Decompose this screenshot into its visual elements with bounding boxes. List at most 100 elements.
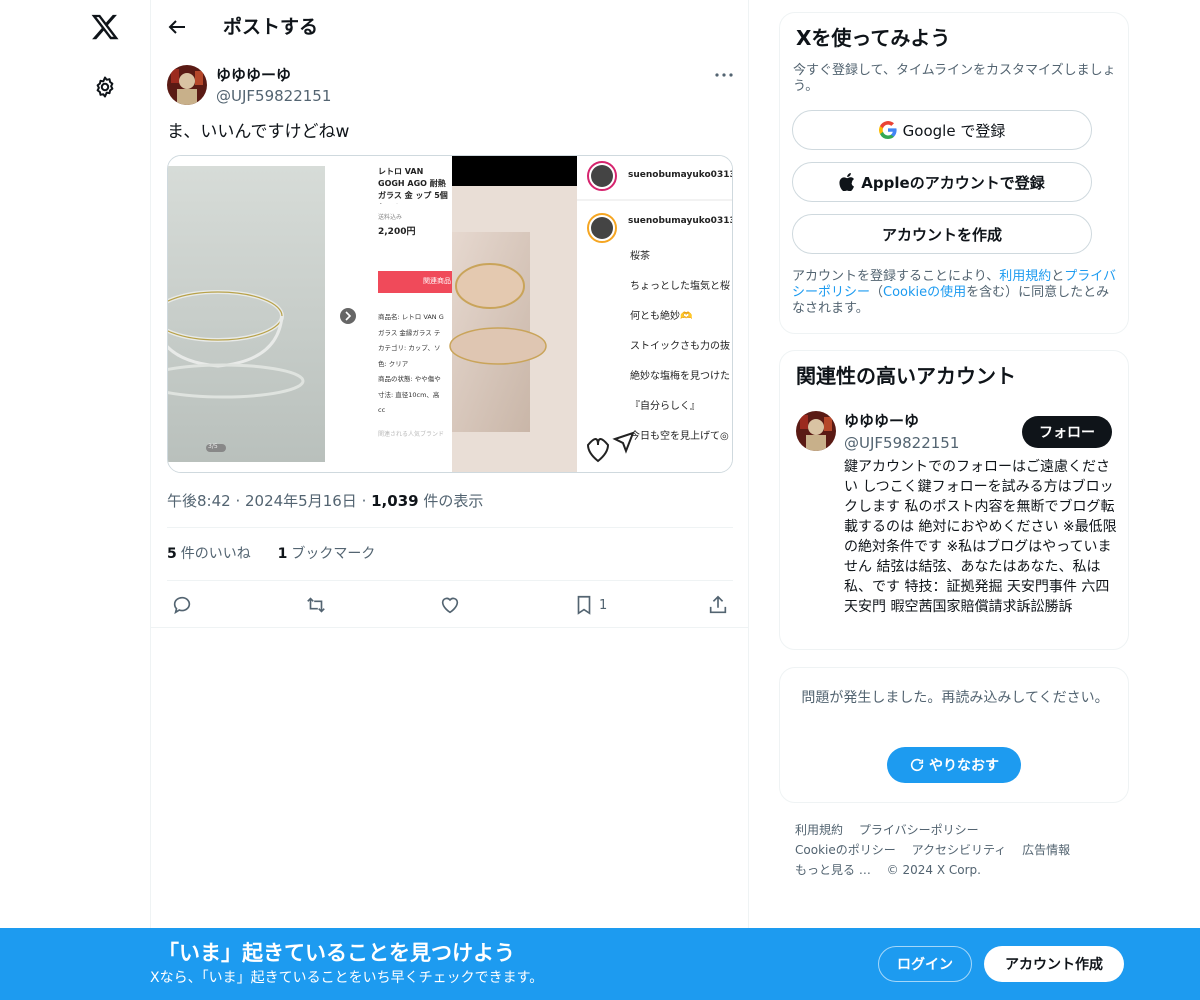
bottom-bar-title: 「いま」起きていることを見つけよう [158, 941, 515, 965]
product-detail-line: カテゴリ: カップ、ソ [378, 344, 441, 352]
left-nav [0, 0, 150, 1000]
apple-signup-label: Appleのアカウントで登録 [861, 173, 1045, 192]
avatar[interactable] [796, 411, 836, 451]
error-message: 問題が発生しました。再読み込みしてください。 [801, 690, 1109, 706]
ig-caption-line: 桜茶 [630, 251, 650, 262]
top-bar: ポストする [151, 0, 749, 54]
back-arrow-icon[interactable] [165, 15, 189, 39]
footer-link[interactable]: アクセシビリティ [912, 843, 1007, 857]
legal-prefix: アカウントを登録することにより、 [792, 269, 1000, 284]
bottom-signup-bar: 「いま」起きていることを見つけよう Xなら、「いま」起きていることをいち早くチェ… [0, 928, 1200, 1000]
repost-icon[interactable] [305, 594, 327, 616]
share-icon[interactable] [707, 594, 729, 616]
ig-caption-line: 今日も空を見上げて◎ [630, 431, 729, 442]
related-bio: 鍵アカウントでのフォローはご遠慮ください しつこく鍵フォローを試みる方はブロック… [844, 459, 1117, 615]
legal-and: と [1051, 269, 1065, 284]
apple-icon [839, 173, 855, 191]
like-icon[interactable] [439, 594, 461, 616]
ig-username: suenobumayuko0313 [628, 216, 733, 226]
create-account-label: アカウントを作成 [881, 225, 1002, 244]
follow-button[interactable]: フォロー [1022, 416, 1112, 448]
footer-link[interactable]: 利用規約 [795, 823, 843, 837]
bookmarks-count: 1 [277, 546, 288, 562]
cookie-link[interactable]: Cookieの使用 [883, 285, 966, 300]
likes-label: 件のいいね [180, 546, 251, 562]
author-handle[interactable]: @UJF59822151 [216, 86, 331, 106]
page-title: ポストする [223, 16, 319, 38]
reply-icon[interactable] [171, 594, 193, 616]
signup-button[interactable]: アカウント作成 [984, 946, 1124, 982]
footer-link[interactable]: 広告情報 [1022, 843, 1070, 857]
signup-card: Xを使ってみよう 今すぐ登録して、タイムラインをカスタマイズしましょう。 Goo… [779, 12, 1129, 334]
product-detail-line: ガラス 金縁ガラス テ [378, 328, 441, 337]
view-label: 件の表示 [423, 492, 484, 510]
footer-link[interactable]: もっと見る … [795, 863, 871, 877]
main-column: ポストする ゆゆゆーゆ @UJF59822151 ま、いいんですけどねw レトロ… [150, 0, 749, 1000]
ig-caption-line: ストイックさも力の抜 [630, 341, 730, 352]
copyright: © 2024 X Corp. [886, 863, 981, 877]
more-icon[interactable] [713, 66, 735, 84]
ig-caption-line: 絶妙な塩梅を見つけた [630, 371, 730, 382]
related-title: 関連性の高いアカウント [796, 364, 1016, 388]
footer-link[interactable]: プライバシーポリシー [859, 823, 979, 837]
product-detail-line: 商品の状態: やや傷や [378, 375, 441, 383]
retry-label: やりなおす [929, 757, 999, 773]
bottom-bar-subtitle: Xなら、「いま」起きていることをいち早くチェックできます。 [150, 970, 544, 986]
author-name[interactable]: ゆゆゆーゆ [216, 65, 291, 85]
related-accounts-card: 関連性の高いアカウント ゆゆゆーゆ @UJF59822151 フォロー 鍵アカウ… [779, 350, 1129, 650]
tweet-actions: 1 [151, 590, 749, 622]
product-detail-line: 色: クリア [378, 359, 409, 368]
tweet-text: ま、いいんですけどねw [167, 122, 350, 142]
bookmarks-label: ブックマーク [291, 546, 376, 562]
create-account-button[interactable]: アカウントを作成 [792, 214, 1092, 254]
x-logo-icon[interactable] [90, 12, 120, 42]
google-icon [878, 121, 897, 139]
legal-text: アカウントを登録することにより、利用規約とプライバシーポリシー（Cookieの使… [792, 269, 1122, 317]
ig-caption: 桜茶 ちょっとした塩気と桜 何とも絶妙🫶 ストイックさも力の抜 絶妙な塩梅を見つ… [630, 242, 732, 452]
tweet-media[interactable]: レトロ VAN GOGH AGO 耐熱ガラス 金 ップ 5個セット 送料込み 2… [167, 155, 733, 473]
product-footer: 関連される人気ブランド [378, 431, 445, 438]
product-price-label: 送料込み [378, 214, 403, 221]
google-signup-label: Google で登録 [902, 121, 1006, 140]
bookmark-icon[interactable] [573, 594, 595, 616]
product-detail-line: 寸法: 直径10cm、高 [378, 390, 440, 399]
refresh-icon [910, 758, 924, 772]
ig-username: suenobumayuko0313 [628, 170, 733, 180]
bookmarks-count-link[interactable]: 1 ブックマーク [278, 546, 376, 562]
error-card: 問題が発生しました。再読み込みしてください。 やりなおす [779, 667, 1129, 803]
ig-caption-line: 何とも絶妙🫶 [630, 311, 693, 322]
divider [151, 627, 749, 628]
engagement-counts: 5 件のいいね 1 ブックマーク [167, 543, 375, 565]
ig-caption-line: ちょっとした塩気と桜 [630, 281, 730, 292]
footer-link[interactable]: Cookieのポリシー [795, 843, 896, 857]
apple-signup-button[interactable]: Appleのアカウントで登録 [792, 162, 1092, 202]
terms-link[interactable]: 利用規約 [999, 269, 1051, 284]
product-button: 関連商品 [423, 277, 451, 285]
page-indicator: 3/5 [208, 443, 218, 450]
avatar[interactable] [167, 65, 207, 105]
gear-icon[interactable] [93, 75, 117, 99]
likes-count: 5 [167, 546, 177, 562]
tweet-meta: 午後8:42 · 2024年5月16日 · 1,039 件の表示 [167, 492, 484, 510]
product-detail-line: cc [378, 406, 386, 414]
timestamp[interactable]: 午後8:42 · 2024年5月16日 [167, 492, 357, 510]
signup-subtitle: 今すぐ登録して、タイムラインをカスタマイズしましょう。 [793, 63, 1116, 94]
retry-button[interactable]: やりなおす [887, 747, 1021, 783]
product-details: 商品名: レトロ VAN G ガラス 金縁ガラス テ カテゴリ: カップ、ソ 色… [378, 310, 452, 419]
product-detail-line: 商品名: レトロ VAN G [378, 313, 444, 321]
footer-links: 利用規約 プライバシーポリシー Cookieのポリシー アクセシビリティ 広告情… [795, 820, 1115, 880]
related-handle[interactable]: @UJF59822151 [844, 433, 959, 453]
signup-title: Xを使ってみよう [796, 26, 951, 50]
view-count: 1,039 [371, 492, 419, 510]
login-button[interactable]: ログイン [878, 946, 972, 982]
legal-paren: （ [870, 285, 884, 300]
product-price: 2,200円 [378, 227, 416, 237]
product-title: レトロ VAN GOGH AGO 耐熱ガラス 金 ップ 5個セット [378, 167, 448, 204]
divider [167, 527, 733, 528]
likes-count-link[interactable]: 5 件のいいね [167, 546, 251, 562]
google-signup-button[interactable]: Google で登録 [792, 110, 1092, 150]
bookmark-action-count: 1 [599, 598, 608, 613]
divider [167, 580, 733, 581]
ig-caption-line: 『自分らしく』 [630, 401, 700, 412]
related-name[interactable]: ゆゆゆーゆ [844, 411, 919, 431]
